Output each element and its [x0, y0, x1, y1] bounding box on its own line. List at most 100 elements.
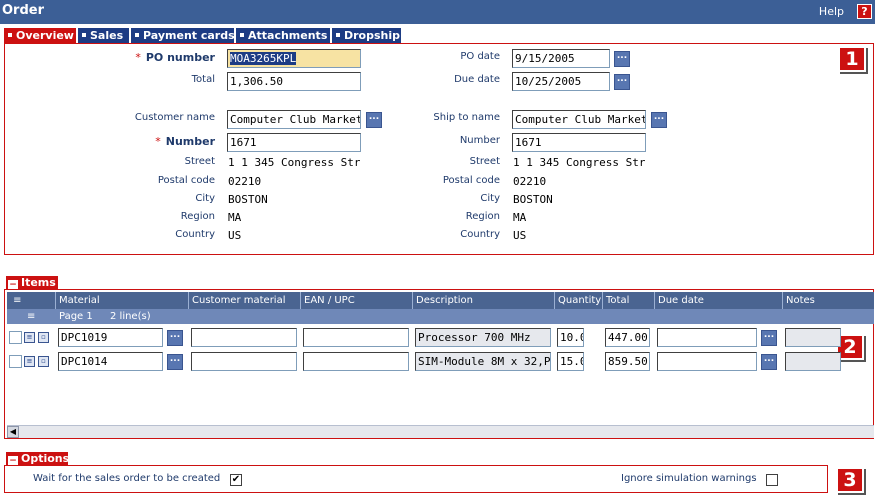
required-star-icon: *	[155, 135, 161, 148]
customer-number-input[interactable]: 1671	[227, 133, 361, 152]
po-number-label: * PO number	[135, 51, 215, 64]
required-star-icon: *	[135, 51, 141, 64]
row-detail-icon[interactable]: ≡	[24, 356, 35, 367]
customer-street-label: Street	[184, 156, 215, 167]
item-quantity-input[interactable]: 15.0	[557, 352, 584, 371]
due-date-label: Due date	[454, 74, 500, 85]
tab-overview[interactable]: Overview	[4, 28, 76, 43]
customer-city-value: BOSTON	[228, 193, 268, 206]
callout-badge-3: 3	[836, 467, 864, 493]
item-material-input[interactable]: DPC1019	[58, 328, 163, 347]
page-menu-icon[interactable]: ≡	[27, 309, 35, 324]
ignore-warnings-checkbox[interactable]	[766, 474, 778, 486]
customer-country-value: US	[228, 229, 242, 242]
shipto-name-label: Ship to name	[433, 112, 500, 123]
material-search-button[interactable]: ...	[167, 354, 183, 370]
wait-for-order-checkbox[interactable]: ✔	[230, 474, 242, 486]
item-total-field: 859.50	[605, 352, 650, 371]
customer-postal-value: 02210	[228, 175, 262, 188]
items-section-header[interactable]: − Items	[6, 276, 58, 290]
row-save-icon[interactable]: ▫	[38, 356, 49, 367]
page-label: Page 1	[59, 311, 93, 322]
column-quantity[interactable]: Quantity	[554, 292, 602, 309]
tab-bullet-icon	[135, 33, 139, 37]
material-search-button[interactable]: ...	[167, 330, 183, 346]
column-menu-icon[interactable]: ≡	[7, 292, 55, 309]
column-due-date[interactable]: Due date	[654, 292, 782, 309]
column-description[interactable]: Description	[412, 292, 554, 309]
shipto-name-input[interactable]: Computer Club Market	[512, 110, 646, 129]
options-section-header[interactable]: − Options	[6, 452, 69, 466]
due-date-picker-button[interactable]: ...	[761, 354, 777, 370]
tab-attachments[interactable]: Attachments	[236, 28, 330, 43]
customer-name-input[interactable]: Computer Club Market	[227, 110, 361, 129]
item-notes-field[interactable]	[785, 328, 841, 347]
column-material[interactable]: Material	[55, 292, 188, 309]
po-date-label: PO date	[460, 51, 500, 62]
customer-name-label: Customer name	[134, 112, 215, 123]
callout-badge-1: 1	[838, 46, 866, 72]
due-date-picker-button[interactable]: ...	[761, 330, 777, 346]
column-customer-material[interactable]: Customer material	[188, 292, 300, 309]
shipto-number-label: Number	[459, 135, 500, 146]
column-notes[interactable]: Notes	[782, 292, 874, 309]
item-ean-input[interactable]	[303, 328, 409, 347]
customer-city-label: City	[195, 193, 215, 204]
item-quantity-input[interactable]: 10.0	[557, 328, 584, 347]
shipto-region-label: Region	[465, 211, 500, 222]
tab-payment-cards[interactable]: Payment cards	[131, 28, 235, 43]
po-date-picker-button[interactable]: ...	[614, 51, 630, 67]
horizontal-scrollbar[interactable]: ◀	[7, 425, 874, 438]
shipto-street-value: 1 1 345 Congress Street	[513, 156, 645, 169]
item-notes-field[interactable]	[785, 352, 841, 371]
items-page-bar: ≡ Page 1 2 line(s)	[7, 309, 874, 324]
items-grid-header: ≡ Material Customer material EAN / UPC D…	[7, 292, 874, 309]
item-description-field: Processor 700 MHz	[415, 328, 551, 347]
help-question-icon[interactable]: ?	[857, 4, 872, 19]
item-due-date-input[interactable]	[657, 328, 757, 347]
tab-bullet-icon	[336, 33, 340, 37]
shipto-search-button[interactable]: ...	[651, 112, 667, 128]
row-select-checkbox[interactable]	[9, 355, 22, 368]
customer-region-label: Region	[180, 211, 215, 222]
due-date-input[interactable]: 10/25/2005	[512, 72, 610, 91]
po-date-input[interactable]: 9/15/2005	[512, 49, 610, 68]
item-total-field: 447.00	[605, 328, 650, 347]
shipto-country-value: US	[513, 229, 527, 242]
column-total[interactable]: Total	[602, 292, 654, 309]
customer-region-value: MA	[228, 211, 242, 224]
shipto-city-label: City	[480, 193, 500, 204]
item-due-date-input[interactable]	[657, 352, 757, 371]
wait-for-order-label: Wait for the sales order to be created	[33, 473, 221, 484]
po-number-input[interactable]: MOA3265KPL	[227, 49, 361, 68]
customer-number-label: * Number	[155, 135, 215, 148]
shipto-number-input[interactable]: 1671	[512, 133, 646, 152]
item-customer-material-input[interactable]	[191, 352, 297, 371]
total-input[interactable]: 1,306.50	[227, 72, 361, 91]
shipto-country-label: Country	[460, 229, 500, 240]
customer-search-button[interactable]: ...	[366, 112, 382, 128]
due-date-picker-button[interactable]: ...	[614, 74, 630, 90]
shipto-postal-label: Postal code	[442, 175, 500, 186]
row-detail-icon[interactable]: ≡	[24, 332, 35, 343]
tab-sales[interactable]: Sales	[78, 28, 129, 43]
row-save-icon[interactable]: ▫	[38, 332, 49, 343]
customer-postal-label: Postal code	[157, 175, 215, 186]
item-customer-material-input[interactable]	[191, 328, 297, 347]
item-material-input[interactable]: DPC1014	[58, 352, 163, 371]
tab-dropship[interactable]: Dropship	[332, 28, 401, 43]
item-description-field: SIM-Module 8M x 32,PS	[415, 352, 551, 371]
ignore-warnings-label: Ignore simulation warnings	[621, 473, 757, 484]
total-label: Total	[191, 74, 215, 85]
shipto-region-value: MA	[513, 211, 527, 224]
header-panel	[4, 43, 874, 255]
row-select-checkbox[interactable]	[9, 331, 22, 344]
shipto-city-value: BOSTON	[513, 193, 553, 206]
tab-bullet-icon	[240, 33, 244, 37]
help-link[interactable]: Help	[819, 5, 844, 18]
column-ean-upc[interactable]: EAN / UPC	[300, 292, 412, 309]
scroll-left-icon[interactable]: ◀	[7, 426, 19, 438]
shipto-street-label: Street	[469, 156, 500, 167]
line-count-label: 2 line(s)	[110, 311, 151, 322]
item-ean-input[interactable]	[303, 352, 409, 371]
